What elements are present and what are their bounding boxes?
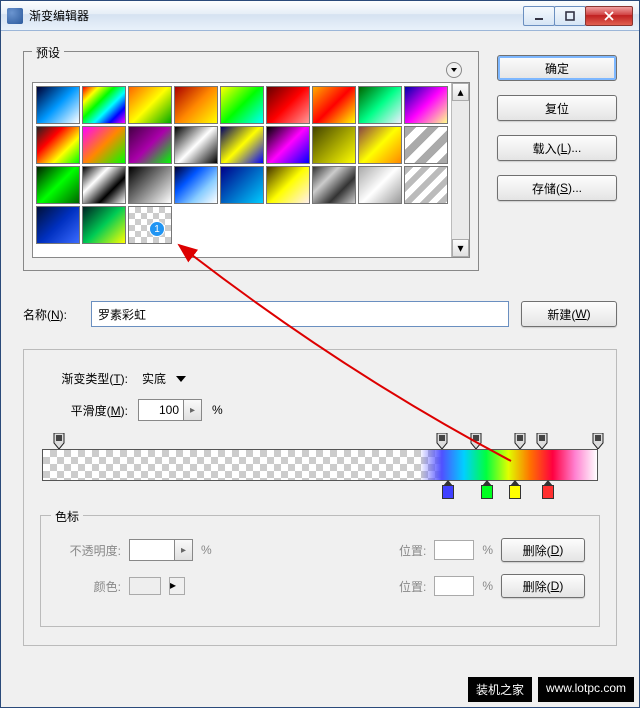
preset-swatch[interactable]	[358, 86, 402, 124]
opacity-spinner: ▸	[175, 539, 193, 561]
preset-swatch[interactable]	[174, 86, 218, 124]
preset-swatch[interactable]	[358, 166, 402, 204]
preset-swatch[interactable]	[82, 166, 126, 204]
opacity-stop[interactable]	[591, 433, 605, 447]
preset-swatch[interactable]	[82, 126, 126, 164]
opacity-stop[interactable]	[52, 433, 66, 447]
window-title: 渐变编辑器	[29, 7, 524, 24]
preset-swatch[interactable]	[220, 86, 264, 124]
color-picker-arrow: ▸	[169, 577, 185, 595]
preset-swatch[interactable]	[220, 166, 264, 204]
smoothness-field[interactable]: ▸	[138, 399, 202, 421]
load-button[interactable]: 载入(L)...	[497, 135, 617, 161]
gradient-type-label: 渐变类型(T):	[40, 370, 128, 387]
color-delete-button[interactable]: 删除(D)	[501, 574, 585, 598]
preset-swatch[interactable]	[358, 126, 402, 164]
preset-swatch[interactable]	[266, 166, 310, 204]
opacity-position-input	[434, 540, 474, 560]
dropdown-arrow-icon	[176, 376, 186, 382]
color-position-input	[434, 576, 474, 596]
preset-swatch[interactable]	[220, 126, 264, 164]
gradient-settings-group: 渐变类型(T): 实底 平滑度(M): ▸ % 色标	[23, 349, 617, 646]
preset-swatch[interactable]	[36, 86, 80, 124]
close-button[interactable]	[585, 6, 633, 26]
color-swatch	[129, 577, 161, 595]
name-input[interactable]	[91, 301, 509, 327]
maximize-button[interactable]	[554, 6, 586, 26]
preset-swatch[interactable]	[404, 166, 448, 204]
preset-swatch[interactable]	[36, 126, 80, 164]
preset-swatch[interactable]	[36, 166, 80, 204]
scroll-down-button[interactable]: ▾	[452, 239, 469, 257]
opacity-stop[interactable]	[535, 433, 549, 447]
watermark: 装机之家 www.lotpc.com	[468, 677, 634, 702]
opacity-stop[interactable]	[469, 433, 483, 447]
opacity-stop[interactable]	[513, 433, 527, 447]
gradient-type-select[interactable]: 实底	[138, 368, 186, 389]
gradient-bar[interactable]	[42, 449, 598, 481]
app-icon	[7, 8, 23, 24]
preset-swatch[interactable]	[82, 206, 126, 244]
preset-swatch[interactable]	[312, 166, 356, 204]
opacity-field: ▸	[129, 539, 193, 561]
preset-swatch[interactable]	[404, 86, 448, 124]
gradient-bar-area	[42, 431, 598, 501]
preset-swatch[interactable]	[266, 86, 310, 124]
opacity-delete-button[interactable]: 删除(D)	[501, 538, 585, 562]
preset-swatch[interactable]	[174, 126, 218, 164]
color-stop[interactable]	[442, 485, 454, 499]
preset-swatch[interactable]	[174, 166, 218, 204]
scroll-up-button[interactable]: ▴	[452, 83, 469, 101]
smoothness-input[interactable]	[138, 399, 184, 421]
color-stop[interactable]	[509, 485, 521, 499]
preset-swatch[interactable]	[36, 206, 80, 244]
opacity-input	[129, 539, 175, 561]
preset-swatch[interactable]	[128, 86, 172, 124]
presets-legend: 预设	[32, 44, 64, 61]
preset-swatch[interactable]	[128, 166, 172, 204]
name-label: 名称(N):	[23, 306, 79, 323]
minimize-button[interactable]	[523, 6, 555, 26]
ok-button[interactable]: 确定	[497, 55, 617, 81]
opacity-label: 不透明度:	[55, 542, 121, 559]
opacity-stop[interactable]	[435, 433, 449, 447]
preset-swatch[interactable]	[266, 126, 310, 164]
color-stop[interactable]	[542, 485, 554, 499]
color-position-label: 位置:	[399, 578, 426, 595]
new-button[interactable]: 新建(W)	[521, 301, 617, 327]
presets-scroll: ▴ ▾	[32, 82, 470, 258]
color-stops-group: 色标 不透明度: ▸ % 位置: % 删除(D) 颜色:	[40, 515, 600, 627]
color-label: 颜色:	[55, 578, 121, 595]
opacity-position-label: 位置:	[399, 542, 426, 559]
preset-swatch[interactable]	[312, 126, 356, 164]
smoothness-label: 平滑度(M):	[40, 402, 128, 419]
preset-swatch[interactable]	[312, 86, 356, 124]
color-stop[interactable]	[481, 485, 493, 499]
scroll-track[interactable]	[452, 101, 469, 239]
presets-grid	[33, 83, 451, 257]
stops-legend: 色标	[51, 508, 83, 525]
presets-group: 预设 ▴ ▾	[23, 51, 479, 271]
titlebar[interactable]: 渐变编辑器	[1, 1, 639, 31]
presets-scrollbar[interactable]: ▴ ▾	[451, 83, 469, 257]
gradient-editor-window: 渐变编辑器 预设 ▴ ▾	[0, 0, 640, 708]
save-button[interactable]: 存储(S)...	[497, 175, 617, 201]
preset-swatch[interactable]	[128, 126, 172, 164]
preset-swatch[interactable]	[128, 206, 172, 244]
presets-menu-button[interactable]	[446, 62, 462, 78]
reset-button[interactable]: 复位	[497, 95, 617, 121]
preset-swatch[interactable]	[82, 86, 126, 124]
smoothness-spinner[interactable]: ▸	[184, 399, 202, 421]
preset-swatch[interactable]	[404, 126, 448, 164]
